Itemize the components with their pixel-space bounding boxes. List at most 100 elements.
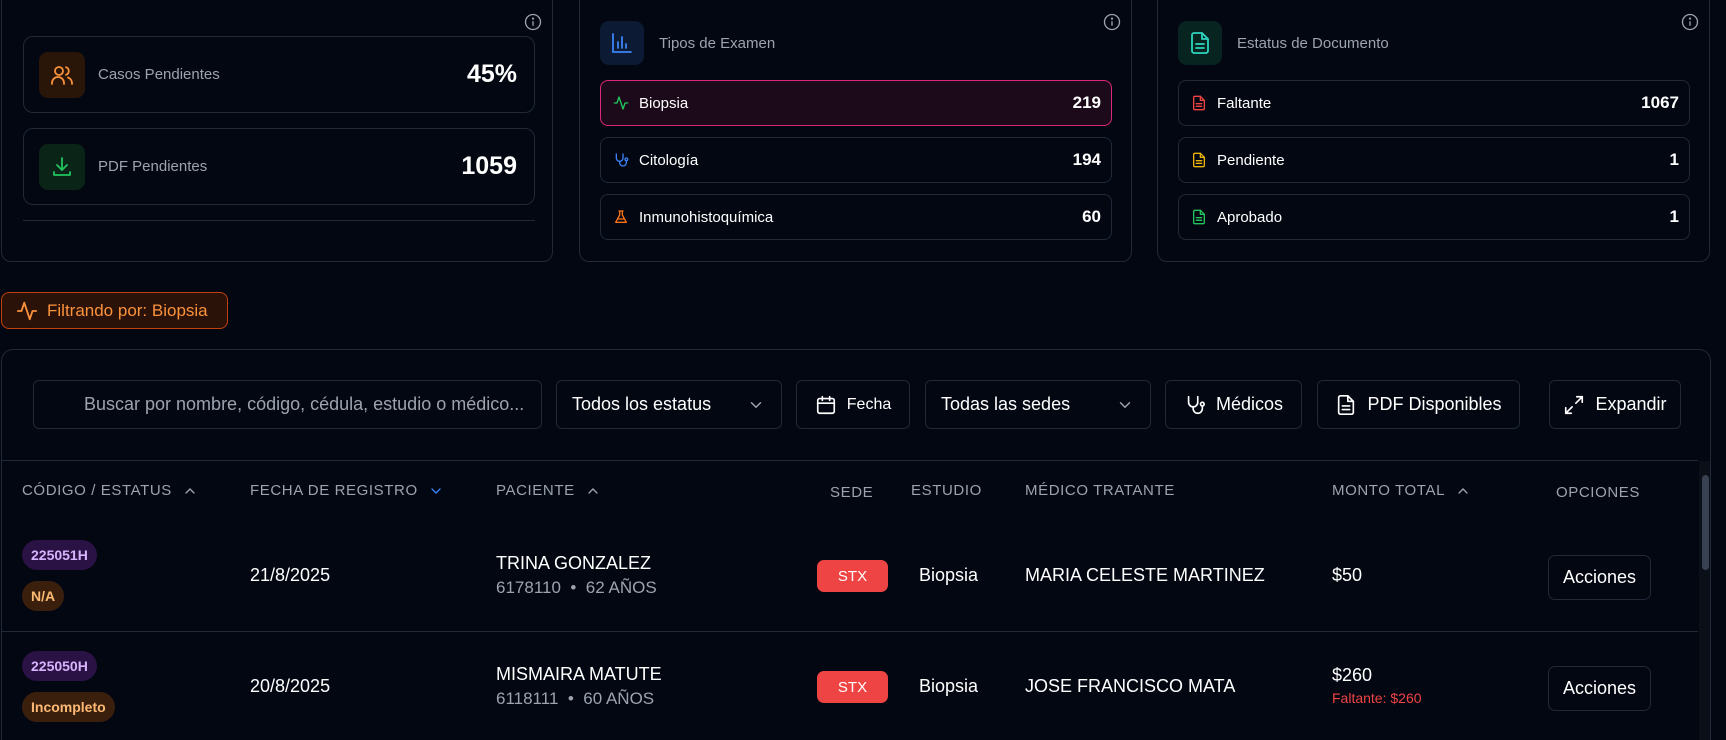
case-status-badge: Incompleto <box>22 692 115 722</box>
col-sede-header: SEDE <box>830 484 873 501</box>
exam-type-inmunohistoquimica[interactable]: Inmunohistoquímica 60 <box>600 194 1112 240</box>
doc-status-pendiente[interactable]: Pendiente 1 <box>1178 137 1690 183</box>
actions-button[interactable]: Acciones <box>1548 666 1651 711</box>
exam-type-citologia[interactable]: Citología 194 <box>600 137 1112 183</box>
sede-select-value: Todas las sedes <box>941 394 1071 414</box>
amount-total: $50 <box>1332 565 1363 585</box>
bar-chart-icon <box>600 21 644 65</box>
doctors-button[interactable]: Médicos <box>1165 380 1302 429</box>
patient-cell: MISMAIRA MATUTE 6118111 • 60 AÑOS <box>496 664 662 709</box>
pending-cases-value: 45% <box>466 60 517 88</box>
col-doctor-label: MÉDICO TRATANTE <box>1025 482 1175 499</box>
doc-status-label: Aprobado <box>1217 208 1283 226</box>
chevron-up-icon <box>185 487 195 494</box>
scrollbar-thumb[interactable] <box>1702 475 1709 570</box>
document-icon <box>1191 152 1207 168</box>
amount-cell: $260 Faltante: $260 <box>1332 665 1422 706</box>
case-code-badge: 225051H <box>22 540 97 570</box>
chevron-down-icon <box>431 487 441 494</box>
study-name: Biopsia <box>919 676 979 696</box>
date-filter-button[interactable]: Fecha <box>796 380 910 429</box>
chevron-down-icon <box>1116 396 1134 414</box>
col-amount-label: MONTO TOTAL <box>1332 482 1446 499</box>
patient-id: 6178110 <box>496 578 561 597</box>
active-filter-chip[interactable]: Filtrando por: Biopsia <box>1 292 228 329</box>
expand-button[interactable]: Expandir <box>1549 380 1681 429</box>
chevron-up-icon <box>1458 487 1468 494</box>
exam-types-title: Tipos de Examen <box>659 34 776 52</box>
table-top-border <box>2 460 1698 461</box>
filter-chip-label: Filtrando por: Biopsia <box>47 300 208 320</box>
amount-missing: Faltante: $260 <box>1332 690 1422 706</box>
pending-pdf-stat[interactable]: PDF Pendientes 1059 <box>23 128 535 205</box>
doc-status-title: Estatus de Documento <box>1237 34 1389 52</box>
col-study-header: ESTUDIO <box>911 482 982 499</box>
amount-cell: $50 <box>1332 565 1362 586</box>
patient-id: 6118111 <box>496 689 559 708</box>
doc-status-count: 1067 <box>1641 93 1679 112</box>
expand-icon <box>1565 395 1584 414</box>
patient-age: 60 AÑOS <box>583 689 655 708</box>
doc-status-count: 1 <box>1669 207 1679 226</box>
sede-select[interactable]: Todas las sedes <box>925 380 1151 429</box>
registration-date: 20/8/2025 <box>250 676 331 696</box>
col-code-header[interactable]: CÓDIGO / ESTATUS <box>22 482 198 499</box>
doc-status-card: Estatus de Documento Faltante 1067 Pendi… <box>1157 0 1710 262</box>
document-icon <box>1178 21 1222 65</box>
chevron-down-icon <box>747 396 765 414</box>
stethoscope-icon <box>613 152 629 168</box>
chevron-up-icon <box>588 487 598 494</box>
document-icon <box>1191 95 1207 111</box>
date-filter-label: Fecha <box>846 395 892 413</box>
doc-status-header: Estatus de Documento <box>1178 21 1389 65</box>
download-icon <box>39 143 85 190</box>
document-icon <box>1338 394 1355 415</box>
patient-name: TRINA GONZALEZ <box>496 553 652 573</box>
doctor-name: MARIA CELESTE MARTINEZ <box>1025 565 1265 585</box>
stethoscope-icon <box>1187 395 1205 414</box>
status-select[interactable]: Todos los estatus <box>556 380 782 429</box>
activity-icon <box>16 301 38 320</box>
col-date-header[interactable]: FECHA DE REGISTRO <box>250 482 444 499</box>
calendar-icon <box>816 395 835 414</box>
document-icon <box>1191 209 1207 225</box>
summary-card: Casos Pendientes 45% PDF Pendientes 1059 <box>1 0 553 262</box>
search-input[interactable]: Buscar por nombre, código, cédula, estud… <box>33 380 542 429</box>
pending-pdf-value: 1059 <box>461 152 517 180</box>
pdf-available-button[interactable]: PDF Disponibles <box>1317 380 1520 429</box>
doctors-button-label: Médicos <box>1215 394 1284 414</box>
info-icon[interactable] <box>1103 13 1121 31</box>
users-icon <box>39 51 85 98</box>
doc-status-aprobado[interactable]: Aprobado 1 <box>1178 194 1690 240</box>
doctor-name: JOSE FRANCISCO MATA <box>1025 676 1236 696</box>
exam-types-header: Tipos de Examen <box>600 21 775 65</box>
patient-meta: 6118111 • 60 AÑOS <box>496 689 655 708</box>
doc-status-faltante[interactable]: Faltante 1067 <box>1178 80 1690 126</box>
patient-age: 62 AÑOS <box>585 578 657 597</box>
doc-status-label: Faltante <box>1217 94 1272 112</box>
case-code-badge: 225050H <box>22 651 97 681</box>
actions-button[interactable]: Acciones <box>1548 555 1651 600</box>
exam-type-label: Biopsia <box>639 94 689 112</box>
col-study-label: ESTUDIO <box>911 482 982 499</box>
col-amount-header[interactable]: MONTO TOTAL <box>1332 482 1471 499</box>
col-patient-label: PACIENTE <box>496 482 575 499</box>
col-doctor-header: MÉDICO TRATANTE <box>1025 482 1175 499</box>
flask-icon <box>613 209 629 225</box>
col-patient-header[interactable]: PACIENTE <box>496 482 601 499</box>
patient-name: MISMAIRA MATUTE <box>496 664 662 684</box>
col-code-label: CÓDIGO / ESTATUS <box>22 482 172 499</box>
doc-status-label: Pendiente <box>1217 151 1285 169</box>
cases-table-panel: Buscar por nombre, código, cédula, estud… <box>1 349 1711 740</box>
case-status-badge: N/A <box>22 581 65 611</box>
exam-types-card: Tipos de Examen Biopsia 219 Citología 19… <box>579 0 1132 262</box>
info-icon[interactable] <box>524 13 542 31</box>
col-options-label: OPCIONES <box>1556 484 1640 501</box>
search-placeholder: Buscar por nombre, código, cédula, estud… <box>84 394 525 414</box>
pending-cases-label: Casos Pendientes <box>98 66 220 83</box>
info-icon[interactable] <box>1681 13 1699 31</box>
sede-badge: STX <box>817 560 888 592</box>
pending-cases-stat[interactable]: Casos Pendientes 45% <box>23 36 535 113</box>
study-name: Biopsia <box>919 565 979 585</box>
exam-type-biopsia[interactable]: Biopsia 219 <box>600 80 1112 126</box>
